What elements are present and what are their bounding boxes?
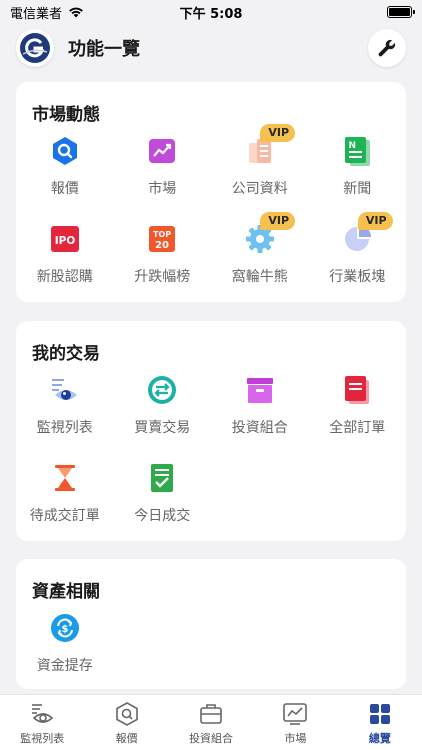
header: 功能一覽	[0, 26, 422, 70]
vip-badge: VIP	[260, 124, 296, 142]
quote-tab-icon	[115, 702, 138, 726]
news-item[interactable]: N 新聞	[309, 134, 407, 200]
vip-badge: VIP	[357, 212, 393, 230]
quote-item[interactable]: 報價	[16, 134, 114, 200]
ipo-label: 新股認購	[36, 269, 93, 285]
portfolio-label: 投資組合	[231, 420, 288, 436]
market-section-title: 市場動態	[32, 105, 100, 125]
tab-overview-label: 總覽	[368, 732, 391, 745]
market-grid: 報價 市場 VIP 公司資料 N 新聞 IPO 新股認購 TOP 20 升跌幅榜…	[16, 124, 407, 288]
svg-text:20: 20	[155, 240, 169, 251]
pending-orders-label: 待成交訂單	[29, 508, 100, 524]
watchlist-item[interactable]: 監視列表	[16, 373, 114, 439]
wifi-icon	[69, 7, 83, 18]
sectors-item[interactable]: VIP 行業板塊	[309, 212, 407, 288]
svg-text:$: $	[61, 624, 68, 635]
today-filled-icon	[151, 464, 174, 492]
all-orders-icon	[345, 376, 370, 404]
tab-quote[interactable]: 報價	[84, 695, 168, 750]
market-chart-icon	[149, 139, 176, 163]
settings-button[interactable]	[368, 29, 406, 67]
trade-section: 我的交易 監視列表 買賣交易 投資組合 全部訂單 待成交訂單 今日成交	[16, 321, 406, 541]
vip-badge: VIP	[260, 212, 296, 230]
trade-exchange-icon	[148, 376, 177, 404]
tab-watchlist-label: 監視列表	[20, 732, 65, 745]
tab-watchlist[interactable]: 監視列表	[0, 695, 84, 750]
today-filled-label: 今日成交	[134, 508, 191, 524]
status-bar: 電信業者 下午 5:08	[0, 0, 422, 24]
assets-section: 資產相關 $ 資金提存	[16, 559, 406, 689]
market-label: 市場	[148, 181, 177, 197]
top20-icon: TOP 20	[149, 226, 176, 252]
carrier-label: 電信業者	[10, 6, 63, 22]
tab-portfolio[interactable]: 投資組合	[169, 695, 253, 750]
top-movers-item[interactable]: TOP 20 升跌幅榜	[114, 222, 212, 288]
watchlist-label: 監視列表	[36, 420, 93, 436]
quote-search-icon	[52, 137, 77, 165]
ipo-item[interactable]: IPO 新股認購	[16, 222, 114, 288]
tab-portfolio-label: 投資組合	[189, 732, 234, 745]
company-info-item[interactable]: VIP 公司資料	[211, 124, 309, 200]
pending-orders-item[interactable]: 待成交訂單	[16, 461, 114, 527]
fund-transfer-item[interactable]: $ 資金提存	[16, 611, 114, 677]
portfolio-box-icon	[246, 378, 273, 403]
tab-market[interactable]: 市場	[253, 695, 337, 750]
svg-text:TOP: TOP	[153, 230, 171, 239]
page-title: 功能一覽	[68, 39, 140, 60]
quote-label: 報價	[50, 181, 79, 197]
watchlist-eye-icon	[51, 379, 77, 400]
fund-transfer-label: 資金提存	[36, 658, 93, 674]
market-item[interactable]: 市場	[114, 134, 212, 200]
trade-grid: 監視列表 買賣交易 投資組合 全部訂單 待成交訂單 今日成交	[16, 373, 406, 527]
warrants-label: 窩輪牛熊	[231, 269, 288, 285]
overview-tab-icon	[369, 704, 390, 724]
portfolio-tab-icon	[200, 704, 222, 724]
top-movers-label: 升跌幅榜	[134, 269, 191, 285]
app-logo	[16, 29, 54, 67]
all-orders-label: 全部訂單	[329, 420, 386, 436]
warrants-item[interactable]: VIP 窩輪牛熊	[211, 212, 309, 288]
tab-bar: 監視列表 報價 投資組合 市場 總覽	[0, 694, 422, 750]
news-icon: N	[345, 137, 371, 166]
assets-section-title: 資產相關	[32, 582, 100, 602]
sectors-label: 行業板塊	[329, 269, 386, 285]
wrench-icon	[378, 39, 396, 57]
all-orders-item[interactable]: 全部訂單	[309, 373, 407, 439]
trading-label: 買賣交易	[134, 420, 191, 436]
ipo-icon: IPO	[50, 226, 79, 252]
market-section: 市場動態 報價 市場 VIP 公司資料 N 新聞 IPO 新股認購 TOP 20…	[16, 82, 406, 302]
battery-icon	[387, 6, 415, 18]
portfolio-item[interactable]: 投資組合	[211, 373, 309, 439]
tab-quote-label: 報價	[115, 732, 138, 745]
fund-transfer-icon: $	[50, 614, 79, 642]
assets-grid: $ 資金提存	[16, 611, 406, 677]
trade-section-title: 我的交易	[32, 344, 100, 364]
watchlist-tab-icon	[32, 704, 54, 723]
today-filled-item[interactable]: 今日成交	[114, 461, 212, 527]
pending-hourglass-icon	[54, 465, 75, 491]
news-label: 新聞	[343, 181, 372, 197]
svg-text:IPO: IPO	[54, 235, 75, 247]
logo-icon	[20, 33, 50, 63]
tab-market-label: 市場	[284, 732, 307, 745]
svg-text:N: N	[349, 141, 357, 151]
market-tab-icon	[283, 703, 308, 725]
tab-overview[interactable]: 總覽	[338, 695, 422, 750]
trading-item[interactable]: 買賣交易	[114, 373, 212, 439]
company-info-label: 公司資料	[231, 181, 288, 197]
